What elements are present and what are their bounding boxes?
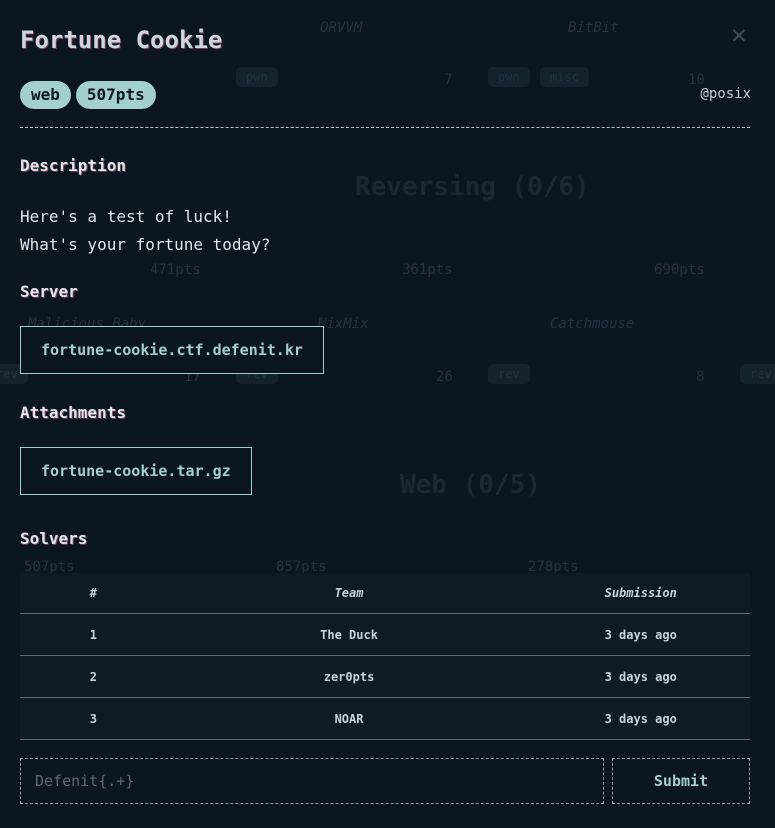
column-header-team: Team: [166, 573, 532, 614]
column-header-submission: Submission: [531, 573, 750, 614]
description-text: Here's a test of luck! What's your fortu…: [20, 203, 270, 259]
solvers-heading: Solvers: [20, 529, 88, 548]
rank-cell: 1: [20, 613, 167, 656]
points-badge: 507pts: [75, 81, 156, 109]
attachment-download-button[interactable]: fortune-cookie.tar.gz: [20, 447, 252, 495]
solvers-table: # Team Submission 1 The Duck 3 days ago …: [20, 573, 750, 740]
submission-cell: 3 days ago: [531, 655, 750, 698]
flag-input[interactable]: [20, 758, 604, 804]
table-row: 3 NOAR 3 days ago: [20, 697, 750, 740]
challenge-title: Fortune Cookie: [20, 26, 223, 54]
category-badge: web: [20, 81, 71, 109]
description-line: Here's a test of luck!: [20, 207, 232, 226]
description-line: What's your fortune today?: [20, 235, 271, 254]
challenge-tags: web 507pts: [20, 81, 156, 109]
rank-cell: 3: [20, 697, 167, 740]
author-label: @posix: [700, 86, 751, 102]
submit-button[interactable]: Submit: [612, 758, 750, 804]
column-header-rank: #: [20, 573, 167, 614]
team-cell: The Duck: [166, 613, 532, 656]
server-address-button[interactable]: fortune-cookie.ctf.defenit.kr: [20, 326, 324, 374]
table-header-row: # Team Submission: [20, 573, 750, 614]
table-row: 2 zer0pts 3 days ago: [20, 655, 750, 698]
divider: [20, 127, 750, 128]
server-heading: Server: [20, 282, 78, 301]
attachments-heading: Attachments: [20, 403, 126, 422]
description-heading: Description: [20, 156, 126, 175]
submission-cell: 3 days ago: [531, 697, 750, 740]
submission-cell: 3 days ago: [531, 613, 750, 656]
table-row: 1 The Duck 3 days ago: [20, 613, 750, 656]
challenge-modal: Fortune Cookie ✕ web 507pts @posix Descr…: [0, 0, 775, 828]
team-cell: zer0pts: [166, 655, 532, 698]
team-cell: NOAR: [166, 697, 532, 740]
rank-cell: 2: [20, 655, 167, 698]
close-icon[interactable]: ✕: [724, 20, 754, 50]
